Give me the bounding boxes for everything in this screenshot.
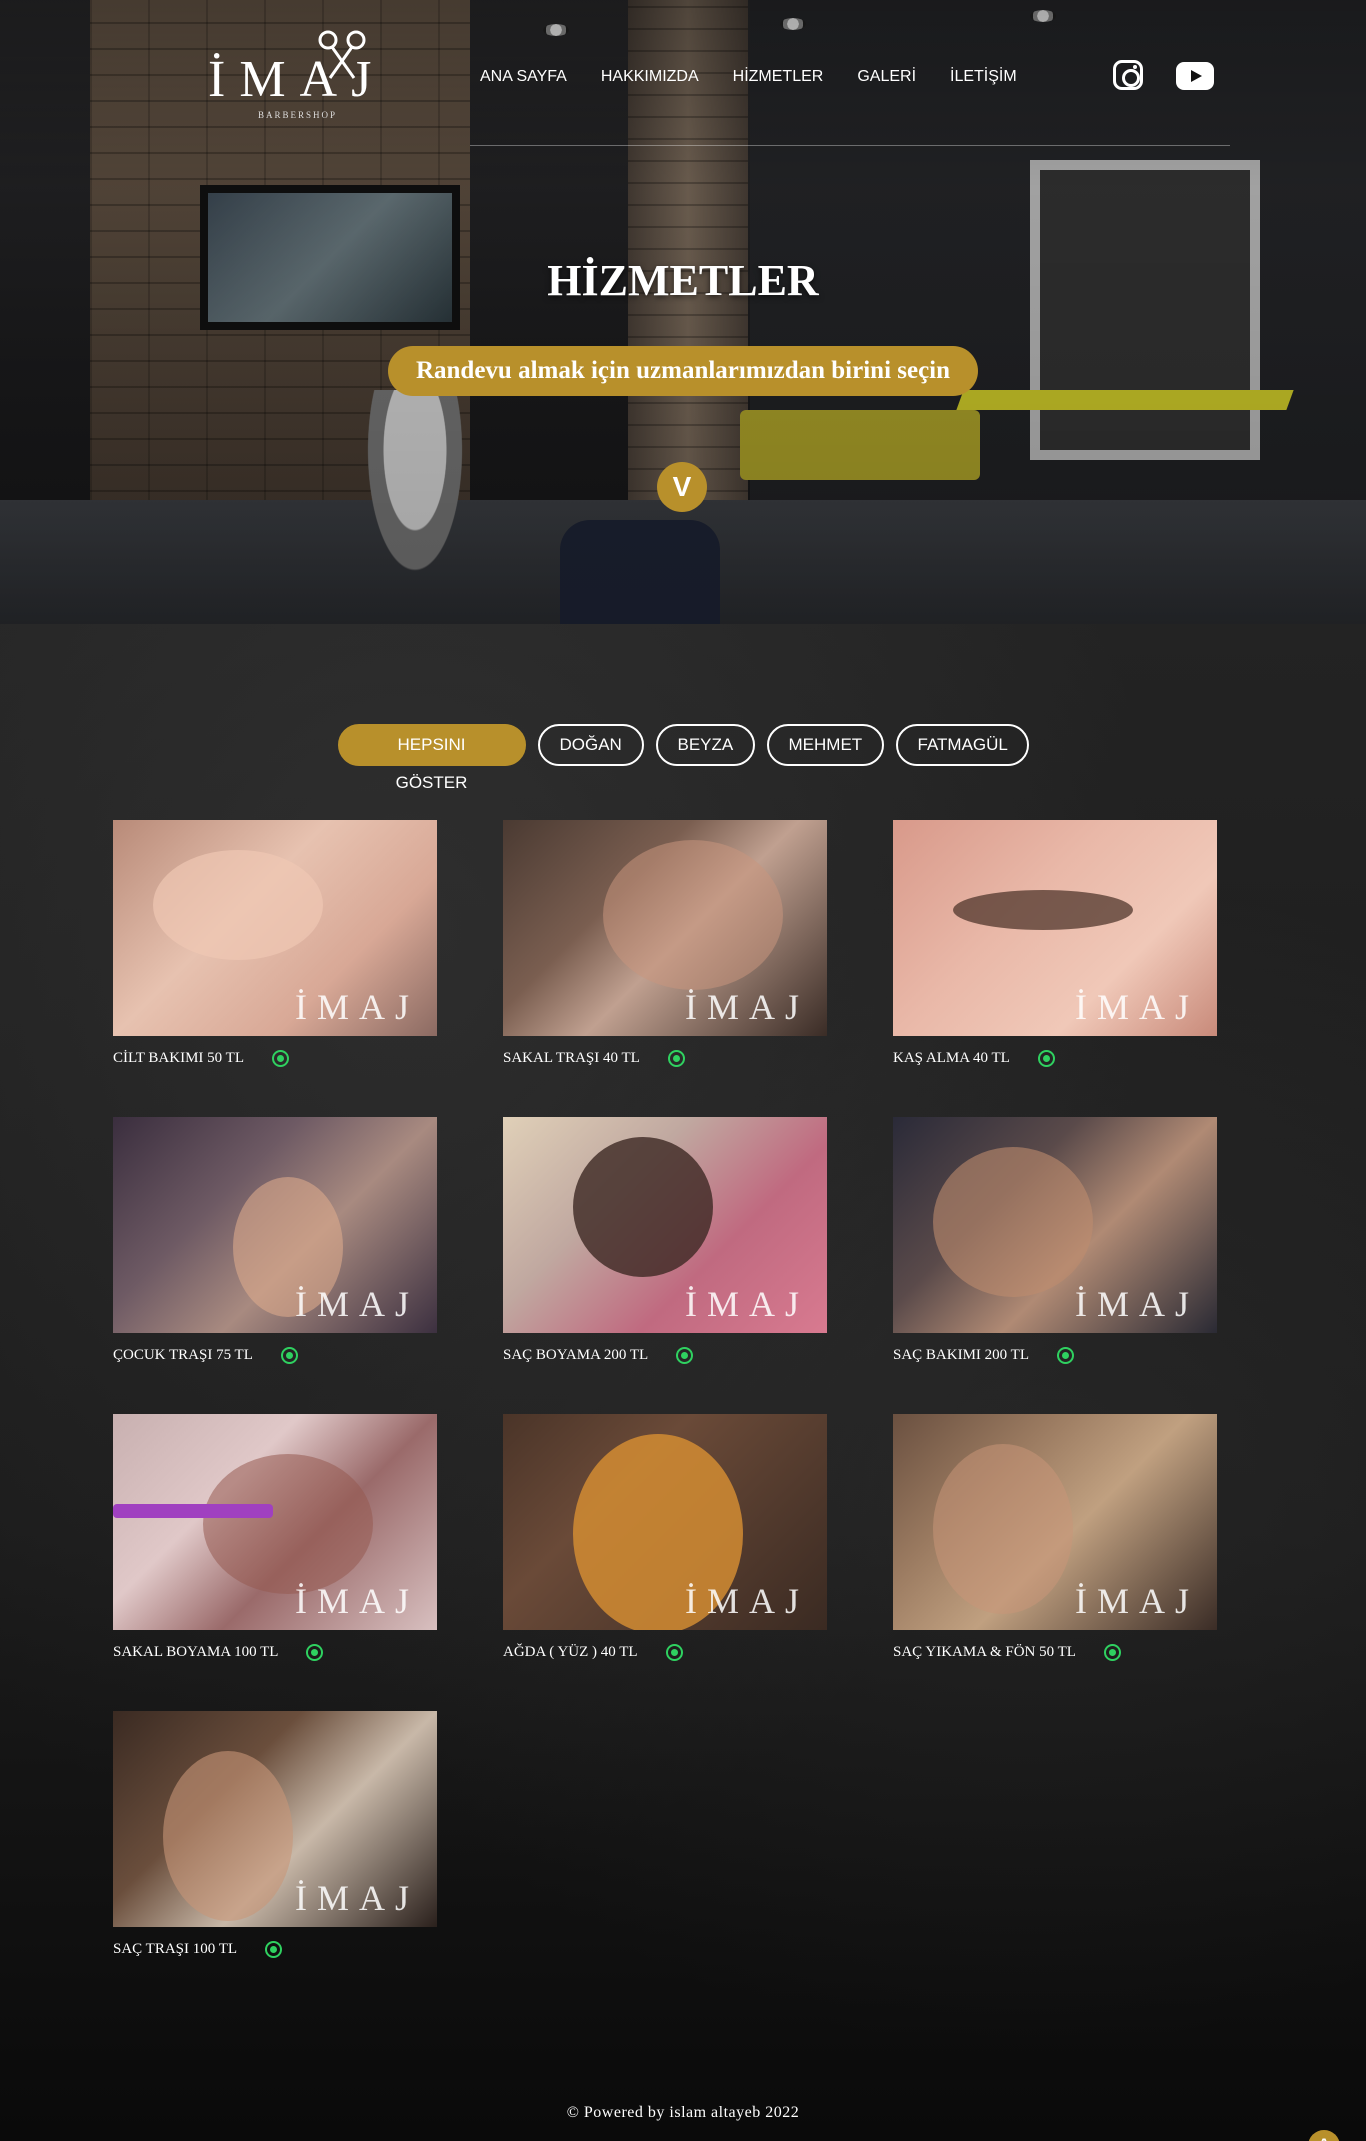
watermark-logo: İMAJ [684,987,809,1027]
whatsapp-icon[interactable] [271,1049,289,1067]
service-label: KAŞ ALMA 40 TL [893,1049,1010,1066]
watermark-logo: İMAJ [294,987,419,1027]
nav-services[interactable]: HİZMETLER [733,68,824,86]
service-label: SAÇ BAKIMI 200 TL [893,1346,1029,1363]
service-card[interactable]: İMAJ SAKAL BOYAMA 100 TL [113,1414,437,1675]
hero-banner [0,0,1366,624]
footer-credit: © Powered by islam altayeb 2022 [566,2104,800,2121]
service-photo[interactable]: İMAJ [503,820,827,1036]
service-photo[interactable]: İMAJ [113,1711,437,1927]
scroll-down-button[interactable]: V [657,462,707,512]
watermark-logo: İMAJ [684,1581,809,1621]
hero-subtitle: Randevu almak için uzmanlarımızdan birin… [388,346,978,396]
service-photo[interactable]: İMAJ [893,1414,1217,1630]
service-photo[interactable]: İMAJ [893,820,1217,1036]
page-title: HİZMETLER [547,256,819,305]
whatsapp-icon[interactable] [676,1346,694,1364]
service-label: CİLT BAKIMI 50 TL [113,1049,244,1066]
service-photo[interactable]: İMAJ [503,1117,827,1333]
whatsapp-icon[interactable] [1037,1049,1055,1067]
service-label: SAKAL TRAŞI 40 TL [503,1049,640,1066]
service-card[interactable]: İMAJ SAÇ TRAŞI 100 TL [113,1711,437,1972]
watermark-logo: İMAJ [294,1581,419,1621]
filter-beyza[interactable]: BEYZA [655,724,755,766]
service-card[interactable]: İMAJ SAÇ YIKAMA & FÖN 50 TL [893,1414,1217,1675]
service-card[interactable]: İMAJ CİLT BAKIMI 50 TL [113,820,437,1081]
whatsapp-icon[interactable] [1103,1643,1121,1661]
nav-contact[interactable]: İLETİŞİM [950,68,1017,86]
service-label: AĞDA ( YÜZ ) 40 TL [503,1643,638,1660]
watermark-logo: İMAJ [684,1284,809,1324]
service-label: SAÇ YIKAMA & FÖN 50 TL [893,1643,1076,1660]
filter-bar: HEPSINI GÖSTER DOĞAN BEYZA MEHMET FATMAG… [0,724,1366,792]
service-photo[interactable]: İMAJ [113,820,437,1036]
service-photo[interactable]: İMAJ [893,1117,1217,1333]
whatsapp-icon[interactable] [280,1346,298,1364]
filter-all[interactable]: HEPSINI GÖSTER [337,724,526,792]
nav-about[interactable]: HAKKIMIZDA [601,68,699,86]
services-grid: İMAJ CİLT BAKIMI 50 TL İMAJ SAKAL TRAŞI … [113,820,1218,1972]
service-photo[interactable]: İMAJ [113,1117,437,1333]
nav-home[interactable]: ANA SAYFA [480,68,567,86]
service-card[interactable]: İMAJ SAÇ BAKIMI 200 TL [893,1117,1217,1378]
header-divider [470,145,1230,146]
service-photo[interactable]: İMAJ [113,1414,437,1630]
filter-mehmet[interactable]: MEHMET [766,724,884,766]
service-card[interactable]: İMAJ AĞDA ( YÜZ ) 40 TL [503,1414,827,1675]
service-photo[interactable]: İMAJ [503,1414,827,1630]
instagram-icon[interactable] [1113,60,1143,90]
service-label: ÇOCUK TRAŞI 75 TL [113,1346,253,1363]
nav-gallery[interactable]: GALERİ [857,68,916,86]
whatsapp-icon[interactable] [665,1643,683,1661]
logo-subtitle: BARBERSHOP [258,110,338,120]
filter-dogan[interactable]: DOĞAN [537,724,644,766]
service-card[interactable]: İMAJ SAÇ BOYAMA 200 TL [503,1117,827,1378]
service-card[interactable]: İMAJ ÇOCUK TRAŞI 75 TL [113,1117,437,1378]
brand-logo[interactable]: İMAJ BARBERSHOP [208,30,398,120]
whatsapp-icon[interactable] [667,1049,685,1067]
watermark-logo: İMAJ [1074,1284,1199,1324]
service-label: SAKAL BOYAMA 100 TL [113,1643,279,1660]
whatsapp-icon[interactable] [265,1940,283,1958]
whatsapp-icon[interactable] [306,1643,324,1661]
service-card[interactable]: İMAJ KAŞ ALMA 40 TL [893,820,1217,1081]
watermark-logo: İMAJ [1074,987,1199,1027]
watermark-logo: İMAJ [294,1284,419,1324]
main-nav: ANA SAYFA HAKKIMIZDA HİZMETLER GALERİ İL… [480,68,1051,86]
watermark-logo: İMAJ [294,1878,419,1918]
service-label: SAÇ BOYAMA 200 TL [503,1346,649,1363]
watermark-logo: İMAJ [1074,1581,1199,1621]
service-label: SAÇ TRAŞI 100 TL [113,1940,238,1957]
service-card[interactable]: İMAJ SAKAL TRAŞI 40 TL [503,820,827,1081]
whatsapp-icon[interactable] [1056,1346,1074,1364]
logo-text: İMAJ [208,51,386,108]
filter-fatmagul[interactable]: FATMAGÜL [895,724,1029,766]
youtube-icon[interactable] [1176,62,1214,90]
